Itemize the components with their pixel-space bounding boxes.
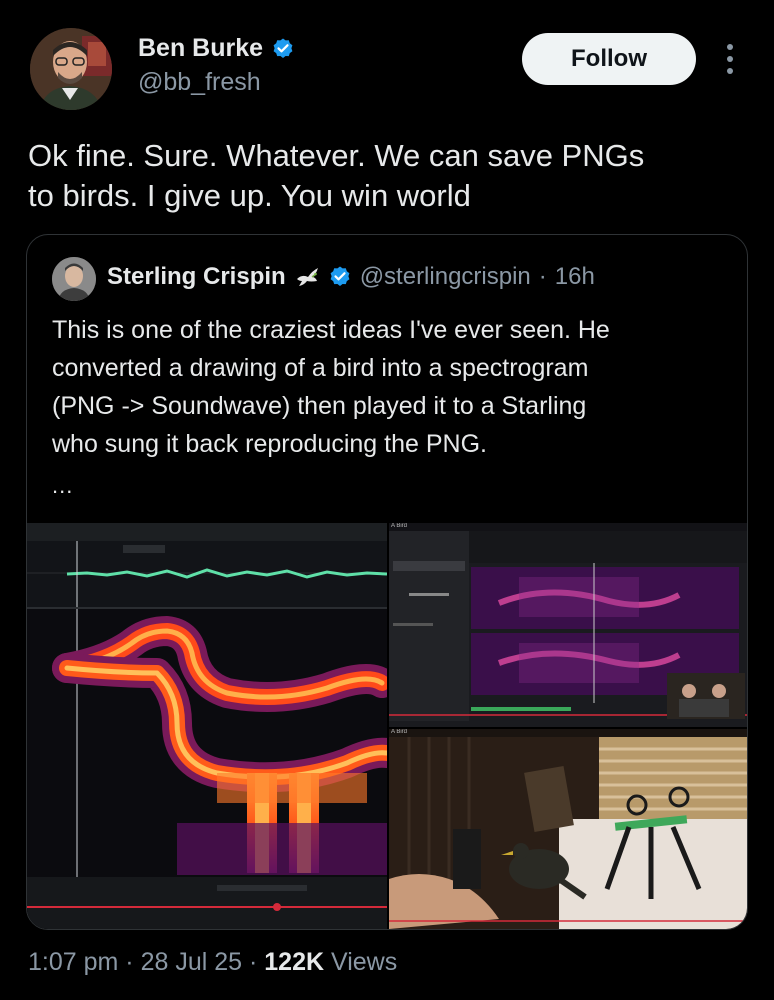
tweet-time[interactable]: 1:07 pm: [28, 948, 118, 976]
separator-dot: ·: [125, 948, 134, 976]
quoted-text-line: converted a drawing of a bird into a spe…: [52, 354, 589, 382]
tweet-date[interactable]: 28 Jul 25: [141, 948, 242, 976]
quoted-media[interactable]: A Bird A Bird: [27, 523, 747, 929]
tweet-footer: 1:07 pm · 28 Jul 25 · 122K Views: [28, 948, 397, 977]
separator-dot: ·: [538, 263, 547, 290]
quoted-tweet-text: This is one of the craziest ideas I've e…: [52, 311, 732, 463]
views-count: 122K: [264, 948, 325, 976]
panel-label: A Bird: [391, 729, 408, 735]
views-label: Views: [331, 948, 398, 976]
starling-photo-panel: A Bird: [389, 729, 747, 929]
tweet-header: Ben Burke @bb_fresh Follow: [0, 0, 774, 120]
more-vertical-icon[interactable]: [722, 44, 738, 74]
quoted-author-handle[interactable]: @sterlingcrispin: [360, 263, 531, 291]
spectrogram-bird-panel: [27, 523, 387, 929]
tweet-text-line: to birds. I give up. You win world: [28, 178, 471, 213]
tweet-text: Ok fine. Sure. Whatever. We can save PNG…: [28, 136, 748, 216]
panel-label: A Bird: [391, 523, 408, 529]
author-name[interactable]: Ben Burke: [138, 34, 263, 63]
author-avatar[interactable]: [30, 28, 112, 110]
verified-badge-icon: [330, 266, 350, 286]
quoted-tweet-time[interactable]: 16h: [555, 263, 595, 291]
tweet-text-line: Ok fine. Sure. Whatever. We can save PNG…: [28, 138, 645, 173]
quoted-text-line: (PNG -> Soundwave) then played it to a S…: [52, 392, 587, 420]
verified-badge-icon: [273, 38, 293, 58]
quoted-text-line: who sung it back reproducing the PNG.: [52, 430, 487, 458]
audio-editor-panel: A Bird: [389, 523, 747, 727]
quoted-tweet-ellipsis: ...: [52, 473, 74, 498]
author-handle[interactable]: @bb_fresh: [138, 68, 261, 97]
follow-button[interactable]: Follow: [522, 33, 696, 85]
separator-dot: ·: [249, 948, 258, 976]
dove-icon: [296, 268, 318, 286]
quoted-tweet[interactable]: Sterling Crispin @sterlingcrispin · 16h …: [26, 234, 748, 930]
quoted-author-avatar[interactable]: [52, 257, 96, 301]
quoted-author-name[interactable]: Sterling Crispin: [107, 263, 286, 291]
quoted-text-line: This is one of the craziest ideas I've e…: [52, 316, 610, 344]
